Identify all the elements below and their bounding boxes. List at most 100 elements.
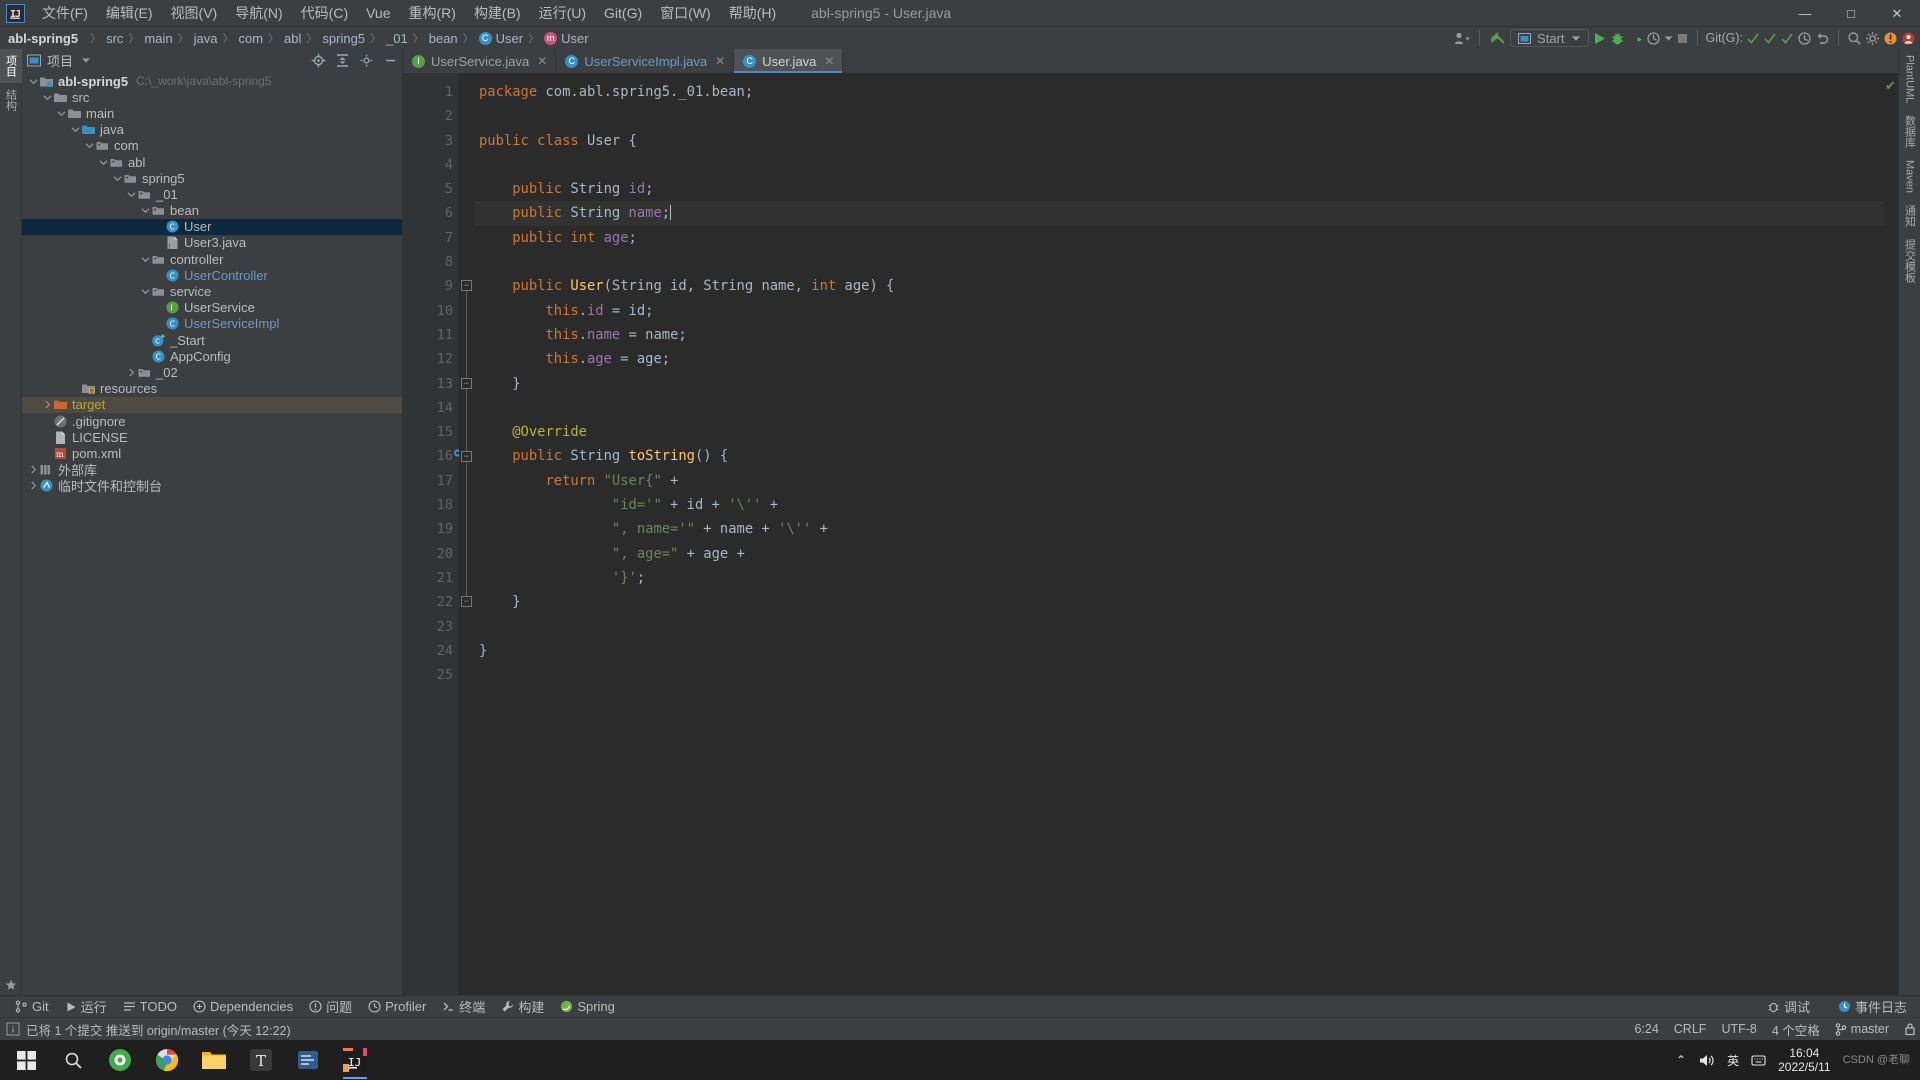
menu-window[interactable]: 窗口(W)	[651, 0, 720, 26]
stripe-tab-project[interactable]: 项目	[0, 49, 22, 83]
profile-icon[interactable]	[1454, 31, 1471, 46]
gutter-line-16[interactable]: 16	[403, 444, 467, 468]
tree-node-java[interactable]: java	[22, 122, 402, 138]
tree-node-start[interactable]: C _Start	[22, 332, 402, 348]
gutter-line-4[interactable]: 4	[403, 153, 459, 177]
toolwindow-build[interactable]: 构建	[494, 996, 551, 1017]
debug-icon[interactable]	[1610, 31, 1625, 46]
stripe-tab-structure[interactable]: 结构	[0, 83, 22, 117]
tree-node-pomxml[interactable]: m pom.xml	[22, 445, 402, 461]
tab-userserviceimpl[interactable]: C UserServiceImpl.java ✕	[556, 49, 735, 73]
fold-toggle-line-9[interactable]: −	[461, 280, 472, 292]
gutter-line-1[interactable]: 1	[403, 80, 459, 104]
tree-node-spring5[interactable]: spring5	[22, 170, 402, 186]
tab-userservice[interactable]: I UserService.java ✕	[403, 49, 557, 73]
tree-node-abl[interactable]: abl	[22, 154, 402, 170]
file-encoding[interactable]: UTF-8	[1721, 1022, 1756, 1036]
update-project-icon[interactable]	[1488, 30, 1507, 46]
breadcrumb-item-user[interactable]: User	[496, 31, 523, 46]
menu-file[interactable]: 文件(F)	[33, 0, 97, 26]
toolwindow-dependencies[interactable]: Dependencies	[186, 998, 300, 1015]
close-tab-icon[interactable]: ✕	[537, 54, 547, 68]
chevron-down-icon[interactable]	[140, 287, 151, 296]
editor-icon[interactable]	[286, 1040, 330, 1080]
tree-node-main[interactable]: main	[22, 105, 402, 121]
code-line-2[interactable]	[475, 104, 1884, 128]
typora-icon[interactable]: T	[239, 1040, 283, 1080]
gutter-line-15[interactable]: 15	[403, 420, 459, 444]
code-line-12[interactable]: this.age = age;	[475, 347, 1884, 371]
tree-node-com[interactable]: com	[22, 138, 402, 154]
fold-toggle-line-13[interactable]: −	[461, 377, 472, 389]
code-line-4[interactable]	[475, 153, 1884, 177]
stripe-tab-commit-template[interactable]: 提交模板	[1899, 233, 1920, 289]
editor-gutter[interactable]: 1 2 3 4 5 6 7 8 9 10 11 12 13 14 15 16 17 18 19 20 21 22 23 24 2…	[403, 73, 467, 995]
menu-navigate[interactable]: 导航(N)	[226, 0, 291, 26]
tree-node-gitignore[interactable]: .gitignore	[22, 413, 402, 429]
breadcrumb-item-java[interactable]: java	[194, 31, 218, 46]
gutter-line-14[interactable]: 14	[403, 396, 459, 420]
gutter-line-13[interactable]: 13	[403, 372, 459, 396]
project-tree[interactable]: abl-spring5 C:\_work\java\abl-spring5 src m…	[22, 71, 402, 995]
chevron-down-icon[interactable]	[56, 109, 67, 118]
tree-node-service[interactable]: service	[22, 283, 402, 299]
fold-toggle-line-22[interactable]: −	[461, 596, 472, 608]
code-line-18[interactable]: "id='" + id + '\'' +	[475, 493, 1884, 517]
tree-node-controller[interactable]: controller	[22, 251, 402, 267]
breadcrumb-item-main[interactable]: main	[144, 31, 172, 46]
close-tab-icon[interactable]: ✕	[824, 54, 834, 68]
tree-node-user3[interactable]: J User3.java	[22, 235, 402, 251]
locate-icon[interactable]	[311, 53, 326, 68]
tree-node-userservice[interactable]: I UserService	[22, 300, 402, 316]
code-line-25[interactable]	[475, 663, 1884, 687]
menu-run[interactable]: 运行(U)	[530, 0, 595, 26]
tree-node-abl-spring5[interactable]: abl-spring5 C:\_work\java\abl-spring5	[22, 73, 402, 89]
chevron-down-icon[interactable]	[140, 206, 151, 215]
breadcrumb-item-spring5[interactable]: spring5	[322, 31, 365, 46]
coverage-icon[interactable]	[1628, 31, 1643, 46]
settings-gear-icon[interactable]	[1865, 31, 1880, 46]
git-update-icon[interactable]	[1746, 31, 1760, 45]
tree-node-01[interactable]: _01	[22, 186, 402, 202]
tree-node-resources[interactable]: resources	[22, 381, 402, 397]
gutter-line-7[interactable]: 7	[403, 226, 459, 250]
code-line-7[interactable]: public int age;	[475, 226, 1884, 250]
editor-markup-rail[interactable]: ✔	[1884, 73, 1898, 995]
gutter-line-9[interactable]: 9	[403, 274, 459, 298]
breadcrumb-item-bean[interactable]: bean	[429, 31, 458, 46]
git-commit-icon[interactable]	[1763, 31, 1777, 45]
project-settings-icon[interactable]	[359, 53, 374, 68]
chevron-right-icon[interactable]	[42, 400, 53, 409]
run-icon[interactable]	[1592, 31, 1607, 46]
more-run-chevron-icon[interactable]	[1664, 35, 1673, 42]
gutter-line-10[interactable]: 10	[403, 299, 459, 323]
profiler-run-icon[interactable]	[1646, 31, 1661, 46]
account-icon[interactable]	[1901, 31, 1916, 46]
chrome-icon[interactable]	[145, 1040, 189, 1080]
chevron-down-icon[interactable]	[112, 174, 123, 183]
tree-node-02[interactable]: _02	[22, 364, 402, 380]
undo-icon[interactable]	[1815, 31, 1830, 46]
stripe-tab-database[interactable]: 数据库	[1899, 109, 1920, 154]
notifications-icon[interactable]	[1883, 31, 1898, 46]
toolwindow-debug[interactable]: 调试	[1760, 996, 1817, 1017]
indent-setting[interactable]: 4 个空格	[1772, 1020, 1820, 1039]
tab-user[interactable]: C User.java ✕	[734, 49, 844, 73]
breadcrumb-item-src[interactable]: src	[106, 31, 123, 46]
gutter-line-6[interactable]: 6	[403, 201, 459, 225]
toolwindow-terminal[interactable]: 终端	[435, 996, 492, 1017]
favorites-icon[interactable]	[5, 979, 17, 991]
menu-build[interactable]: 构建(B)	[465, 0, 530, 26]
search-everywhere-icon[interactable]	[1847, 31, 1862, 46]
hide-panel-icon[interactable]	[383, 53, 398, 68]
code-folding-column[interactable]: − − − −	[459, 73, 475, 995]
code-line-24[interactable]: }	[475, 639, 1884, 663]
chevron-down-icon[interactable]	[140, 255, 151, 264]
ime-settings-icon[interactable]	[1751, 1053, 1766, 1068]
line-separator[interactable]: CRLF	[1674, 1022, 1707, 1036]
gutter-line-23[interactable]: 23	[403, 615, 459, 639]
toolwindow-problems[interactable]: 问题	[302, 996, 359, 1017]
breadcrumb-item-com[interactable]: com	[238, 31, 263, 46]
code-content[interactable]: package com.abl.spring5._01.bean; public…	[475, 73, 1884, 995]
toolwindow-run[interactable]: 运行	[58, 996, 114, 1017]
